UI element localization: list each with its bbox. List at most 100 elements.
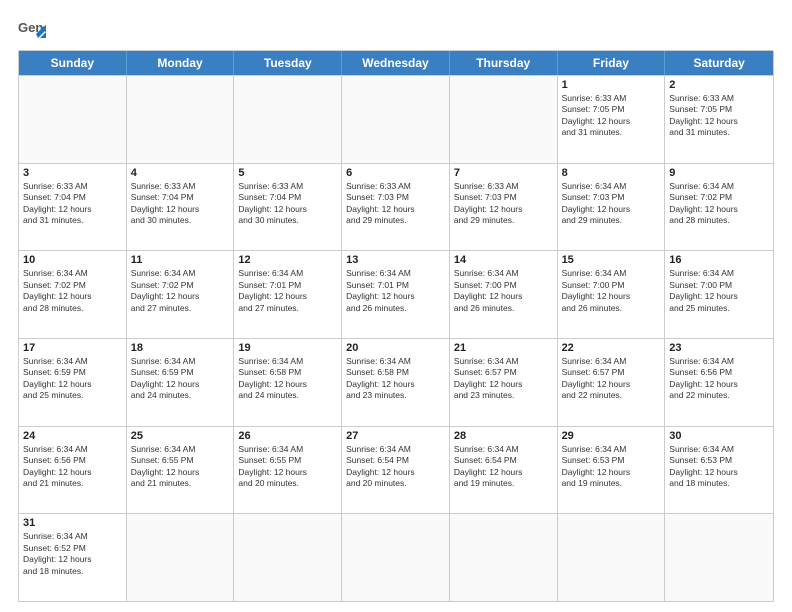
day-info: Sunrise: 6:34 AM Sunset: 6:56 PM Dayligh… bbox=[669, 356, 769, 402]
cal-cell-5-1 bbox=[127, 514, 235, 601]
cal-cell-0-0 bbox=[19, 76, 127, 163]
weekday-header-saturday: Saturday bbox=[665, 51, 773, 75]
cal-cell-3-1: 18Sunrise: 6:34 AM Sunset: 6:59 PM Dayli… bbox=[127, 339, 235, 426]
day-number: 31 bbox=[23, 517, 122, 529]
cal-cell-4-1: 25Sunrise: 6:34 AM Sunset: 6:55 PM Dayli… bbox=[127, 427, 235, 514]
cal-cell-2-3: 13 Sunrise: 6:34 AM Sunset: 7:01 PM Dayli… bbox=[342, 251, 450, 338]
cal-cell-2-6: 16Sunrise: 6:34 AM Sunset: 7:00 PM Dayli… bbox=[665, 251, 773, 338]
day-number: 20 bbox=[346, 342, 445, 354]
day-info: Sunrise: 6:34 AM Sunset: 6:58 PM Dayligh… bbox=[238, 356, 337, 402]
day-number: 30 bbox=[669, 430, 769, 442]
day-info: Sunrise: 6:34 AM Sunset: 7:00 PM Dayligh… bbox=[562, 268, 661, 314]
day-number: 11 bbox=[131, 254, 230, 266]
day-number: 14 bbox=[454, 254, 553, 266]
cal-cell-5-2 bbox=[234, 514, 342, 601]
day-info: Sunrise: 6:34 AM Sunset: 7:03 PM Dayligh… bbox=[562, 181, 661, 227]
day-number: 24 bbox=[23, 430, 122, 442]
day-info: Sunrise: 6:33 AM Sunset: 7:03 PM Dayligh… bbox=[454, 181, 553, 227]
day-info: Sunrise: 6:33 AM Sunset: 7:04 PM Dayligh… bbox=[131, 181, 230, 227]
cal-cell-4-2: 26Sunrise: 6:34 AM Sunset: 6:55 PM Dayli… bbox=[234, 427, 342, 514]
day-number: 2 bbox=[669, 79, 769, 91]
day-number: 7 bbox=[454, 167, 553, 179]
cal-cell-2-5: 15 Sunrise: 6:34 AM Sunset: 7:00 PM Dayli… bbox=[558, 251, 666, 338]
cal-cell-1-3: 6 Sunrise: 6:33 AM Sunset: 7:03 PM Daylig… bbox=[342, 164, 450, 251]
cal-cell-1-2: 5 Sunrise: 6:33 AM Sunset: 7:04 PM Daylig… bbox=[234, 164, 342, 251]
cal-cell-5-3 bbox=[342, 514, 450, 601]
cal-cell-3-0: 17Sunrise: 6:34 AM Sunset: 6:59 PM Dayli… bbox=[19, 339, 127, 426]
cal-cell-1-1: 4 Sunrise: 6:33 AM Sunset: 7:04 PM Daylig… bbox=[127, 164, 235, 251]
day-number: 10 bbox=[23, 254, 122, 266]
day-info: Sunrise: 6:34 AM Sunset: 7:02 PM Dayligh… bbox=[669, 181, 769, 227]
day-number: 12 bbox=[238, 254, 337, 266]
day-info: Sunrise: 6:33 AM Sunset: 7:04 PM Dayligh… bbox=[238, 181, 337, 227]
cal-cell-3-6: 23 Sunrise: 6:34 AM Sunset: 6:56 PM Dayli… bbox=[665, 339, 773, 426]
cal-cell-2-2: 12 Sunrise: 6:34 AM Sunset: 7:01 PM Dayli… bbox=[234, 251, 342, 338]
cal-row-0: 1 Sunrise: 6:33 AM Sunset: 7:05 PM Daylig… bbox=[19, 75, 773, 163]
day-number: 4 bbox=[131, 167, 230, 179]
cal-cell-2-4: 14Sunrise: 6:34 AM Sunset: 7:00 PM Dayli… bbox=[450, 251, 558, 338]
day-info: Sunrise: 6:34 AM Sunset: 6:57 PM Dayligh… bbox=[454, 356, 553, 402]
cal-row-3: 17 Sunrise: 6:34 AM Sunset: 6:59 PM Dayli… bbox=[19, 338, 773, 426]
day-number: 22 bbox=[562, 342, 661, 354]
cal-row-5: 31Sunrise: 6:34 AM Sunset: 6:52 PM Dayli… bbox=[19, 513, 773, 601]
day-number: 1 bbox=[562, 79, 661, 91]
day-info: Sunrise: 6:33 AM Sunset: 7:05 PM Dayligh… bbox=[669, 93, 769, 139]
day-info: Sunrise: 6:34 AM Sunset: 7:01 PM Dayligh… bbox=[238, 268, 337, 314]
day-info: Sunrise: 6:33 AM Sunset: 7:04 PM Dayligh… bbox=[23, 181, 122, 227]
day-info: Sunrise: 6:34 AM Sunset: 6:54 PM Dayligh… bbox=[346, 444, 445, 490]
day-number: 15 bbox=[562, 254, 661, 266]
weekday-header-wednesday: Wednesday bbox=[342, 51, 450, 75]
day-number: 6 bbox=[346, 167, 445, 179]
cal-row-1: 3 Sunrise: 6:33 AM Sunset: 7:04 PM Daylig… bbox=[19, 163, 773, 251]
logo: General bbox=[18, 18, 50, 40]
page: General SundayMondayTuesdayWednesdayThur… bbox=[0, 0, 792, 612]
day-info: Sunrise: 6:34 AM Sunset: 7:01 PM Dayligh… bbox=[346, 268, 445, 314]
day-info: Sunrise: 6:34 AM Sunset: 7:02 PM Dayligh… bbox=[23, 268, 122, 314]
day-number: 17 bbox=[23, 342, 122, 354]
weekday-header-sunday: Sunday bbox=[19, 51, 127, 75]
day-number: 13 bbox=[346, 254, 445, 266]
cal-cell-1-6: 9 Sunrise: 6:34 AM Sunset: 7:02 PM Daylig… bbox=[665, 164, 773, 251]
cal-cell-0-2 bbox=[234, 76, 342, 163]
day-number: 21 bbox=[454, 342, 553, 354]
weekday-header-tuesday: Tuesday bbox=[234, 51, 342, 75]
cal-cell-5-6 bbox=[665, 514, 773, 601]
cal-cell-1-4: 7 Sunrise: 6:33 AM Sunset: 7:03 PM Daylig… bbox=[450, 164, 558, 251]
weekday-header-monday: Monday bbox=[127, 51, 235, 75]
cal-cell-4-6: 30 Sunrise: 6:34 AM Sunset: 6:53 PM Dayli… bbox=[665, 427, 773, 514]
day-info: Sunrise: 6:34 AM Sunset: 6:58 PM Dayligh… bbox=[346, 356, 445, 402]
day-info: Sunrise: 6:33 AM Sunset: 7:03 PM Dayligh… bbox=[346, 181, 445, 227]
day-number: 9 bbox=[669, 167, 769, 179]
day-info: Sunrise: 6:33 AM Sunset: 7:05 PM Dayligh… bbox=[562, 93, 661, 139]
day-number: 5 bbox=[238, 167, 337, 179]
cal-cell-1-5: 8 Sunrise: 6:34 AM Sunset: 7:03 PM Daylig… bbox=[558, 164, 666, 251]
cal-cell-5-5 bbox=[558, 514, 666, 601]
day-info: Sunrise: 6:34 AM Sunset: 6:59 PM Dayligh… bbox=[131, 356, 230, 402]
weekday-header-friday: Friday bbox=[558, 51, 666, 75]
cal-cell-0-6: 2 Sunrise: 6:33 AM Sunset: 7:05 PM Daylig… bbox=[665, 76, 773, 163]
cal-cell-4-0: 24Sunrise: 6:34 AM Sunset: 6:56 PM Dayli… bbox=[19, 427, 127, 514]
day-info: Sunrise: 6:34 AM Sunset: 7:02 PM Dayligh… bbox=[131, 268, 230, 314]
cal-cell-2-0: 10 Sunrise: 6:34 AM Sunset: 7:02 PM Dayli… bbox=[19, 251, 127, 338]
cal-cell-5-0: 31Sunrise: 6:34 AM Sunset: 6:52 PM Dayli… bbox=[19, 514, 127, 601]
day-number: 3 bbox=[23, 167, 122, 179]
calendar-body: 1 Sunrise: 6:33 AM Sunset: 7:05 PM Daylig… bbox=[19, 75, 773, 601]
day-info: Sunrise: 6:34 AM Sunset: 6:53 PM Dayligh… bbox=[669, 444, 769, 490]
cal-cell-3-4: 21 Sunrise: 6:34 AM Sunset: 6:57 PM Dayli… bbox=[450, 339, 558, 426]
day-number: 23 bbox=[669, 342, 769, 354]
day-info: Sunrise: 6:34 AM Sunset: 6:57 PM Dayligh… bbox=[562, 356, 661, 402]
day-number: 28 bbox=[454, 430, 553, 442]
cal-row-2: 10 Sunrise: 6:34 AM Sunset: 7:02 PM Dayli… bbox=[19, 250, 773, 338]
cal-cell-0-3 bbox=[342, 76, 450, 163]
calendar: SundayMondayTuesdayWednesdayThursdayFrid… bbox=[18, 50, 774, 602]
day-number: 29 bbox=[562, 430, 661, 442]
cal-cell-0-1 bbox=[127, 76, 235, 163]
cal-cell-4-3: 27Sunrise: 6:34 AM Sunset: 6:54 PM Dayli… bbox=[342, 427, 450, 514]
day-info: Sunrise: 6:34 AM Sunset: 6:53 PM Dayligh… bbox=[562, 444, 661, 490]
day-info: Sunrise: 6:34 AM Sunset: 6:55 PM Dayligh… bbox=[238, 444, 337, 490]
day-info: Sunrise: 6:34 AM Sunset: 7:00 PM Dayligh… bbox=[669, 268, 769, 314]
cal-row-4: 24Sunrise: 6:34 AM Sunset: 6:56 PM Dayli… bbox=[19, 426, 773, 514]
cal-cell-1-0: 3 Sunrise: 6:33 AM Sunset: 7:04 PM Daylig… bbox=[19, 164, 127, 251]
day-number: 8 bbox=[562, 167, 661, 179]
header: General bbox=[18, 18, 774, 40]
